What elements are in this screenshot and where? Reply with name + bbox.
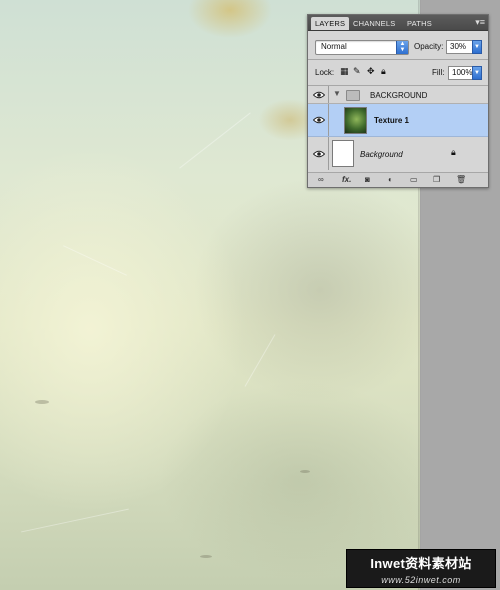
folder-icon[interactable]: ▭ bbox=[410, 175, 418, 184]
layer-row-background[interactable]: Background 🔒︎ bbox=[308, 137, 488, 170]
texture-scratch bbox=[21, 508, 129, 533]
layer-row-texture[interactable]: Texture 1 bbox=[308, 104, 488, 137]
adjustment-icon[interactable]: ◐ bbox=[388, 175, 393, 184]
lock-position-icon[interactable]: ✥ bbox=[367, 66, 375, 77]
tab-channels[interactable]: CHANNELS bbox=[349, 17, 399, 30]
panel-menu-icon[interactable]: ▾≡ bbox=[475, 17, 485, 28]
texture-scratch bbox=[244, 334, 276, 387]
fill-field[interactable]: 100% bbox=[448, 66, 473, 80]
visibility-eye-icon[interactable] bbox=[310, 137, 329, 170]
lock-all-icon[interactable]: 🔒︎ bbox=[381, 66, 386, 77]
mask-icon[interactable]: ◙ bbox=[365, 175, 370, 184]
texture-speck bbox=[300, 470, 310, 473]
watermark: Inwet资料素材站 www.52inwet.com bbox=[346, 549, 496, 588]
background-layer-name: Background bbox=[360, 150, 403, 159]
texture-speck bbox=[35, 400, 49, 404]
trash-icon[interactable]: 🗑︎ bbox=[456, 175, 466, 184]
lock-row: Lock: ▦ ✎ ✥ 🔒︎ Fill: 100% ▼ bbox=[312, 65, 484, 81]
panel-footer: ∞ fx. ◙ ◐ ▭ ❐ 🗑︎ bbox=[308, 172, 488, 187]
lock-icon: 🔒︎ bbox=[451, 147, 456, 157]
watermark-title: Inwet资料素材站 bbox=[370, 556, 472, 571]
visibility-eye-icon[interactable] bbox=[310, 104, 329, 136]
texture-scratch bbox=[179, 112, 251, 169]
lock-transparent-pixels-icon[interactable]: ▦ bbox=[340, 66, 349, 77]
watermark-url: www.52inwet.com bbox=[381, 575, 461, 585]
fill-dropdown-arrow-icon[interactable]: ▼ bbox=[472, 66, 482, 80]
layer-thumbnail bbox=[332, 140, 354, 167]
folder-icon bbox=[346, 90, 360, 101]
opacity-field[interactable]: 30% bbox=[446, 40, 473, 54]
texture-layer-name: Texture 1 bbox=[374, 116, 409, 125]
layer-row-group[interactable]: ▼ BACKGROUND bbox=[308, 86, 488, 104]
blend-row: Normal ▲ ▼ Opacity: 30% ▼ bbox=[312, 39, 484, 55]
expand-triangle-icon[interactable]: ▼ bbox=[333, 89, 341, 98]
blend-mode-value: Normal bbox=[321, 42, 347, 51]
new-layer-icon[interactable]: ❐ bbox=[433, 175, 440, 184]
lock-image-pixels-icon[interactable]: ✎ bbox=[353, 66, 361, 77]
group-layer-name: BACKGROUND bbox=[370, 91, 428, 100]
divider bbox=[308, 59, 488, 60]
layer-thumbnail bbox=[344, 107, 367, 134]
texture-scratch bbox=[63, 245, 127, 276]
tab-layers[interactable]: LAYERS bbox=[311, 17, 350, 30]
link-icon[interactable]: ∞ bbox=[318, 175, 324, 184]
opacity-label: Opacity: bbox=[414, 42, 444, 51]
panel-tab-bar: LAYERS CHANNELS PATHS ▾≡ bbox=[308, 15, 488, 31]
visibility-eye-icon[interactable] bbox=[310, 86, 329, 103]
texture-speck bbox=[200, 555, 212, 558]
updown-arrows-icon: ▲ ▼ bbox=[396, 41, 408, 54]
fill-label: Fill: bbox=[432, 68, 445, 77]
opacity-dropdown-arrow-icon[interactable]: ▼ bbox=[472, 40, 482, 54]
lock-label: Lock: bbox=[315, 68, 335, 77]
blend-mode-select[interactable]: Normal ▲ ▼ bbox=[315, 40, 409, 55]
tab-paths[interactable]: PATHS bbox=[403, 17, 436, 30]
layers-panel: LAYERS CHANNELS PATHS ▾≡ Normal ▲ ▼ Opaci… bbox=[307, 14, 489, 188]
fx-icon[interactable]: fx. bbox=[342, 175, 351, 184]
